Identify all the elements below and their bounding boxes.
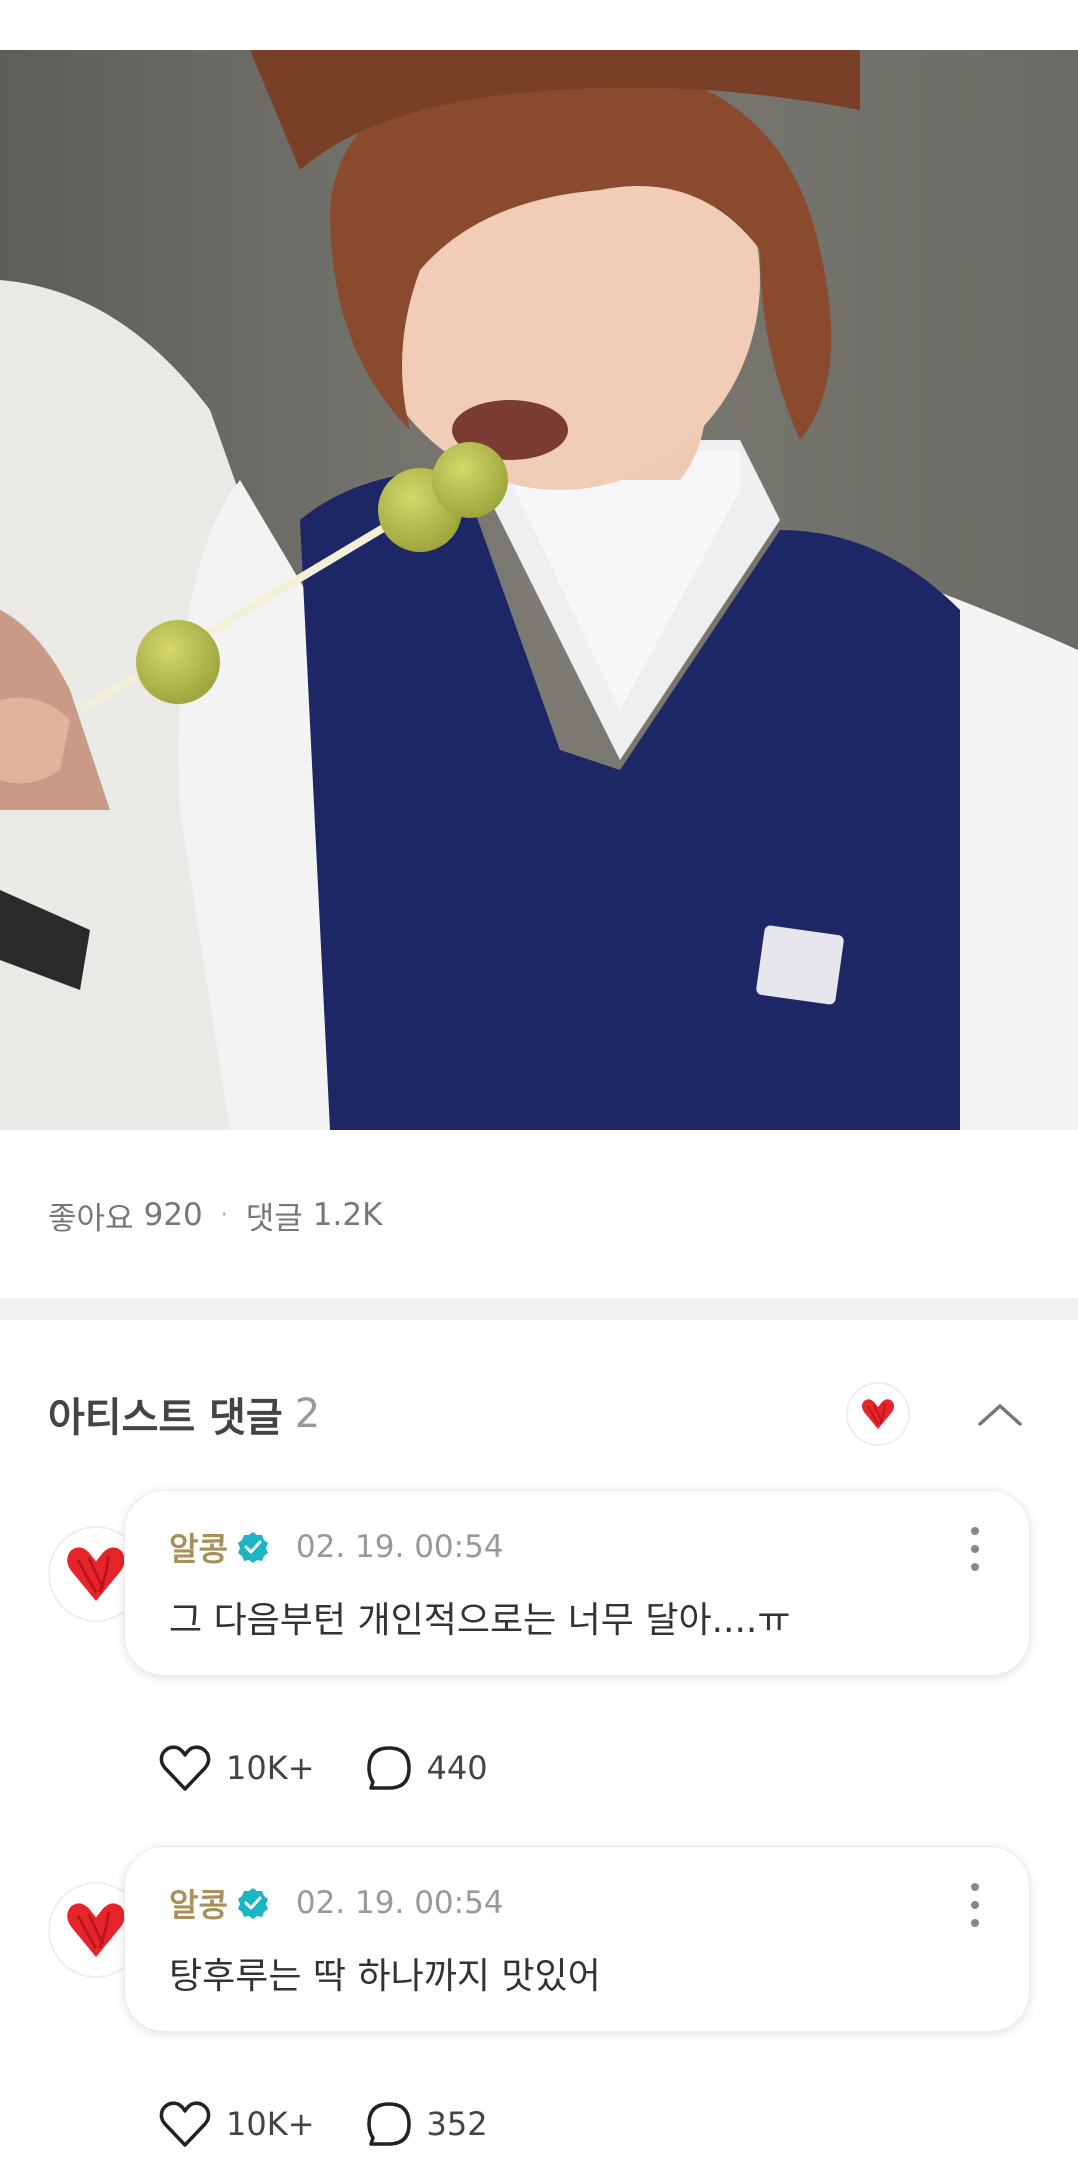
reply-button[interactable]: 440 xyxy=(365,1744,488,1792)
reply-count: 352 xyxy=(426,2105,488,2143)
post-stats: 좋아요 920 · 댓글 1.2K xyxy=(48,1190,382,1240)
comment-bubble: 알콩 02. 19. 00:54 탕후루는 딱 하나까지 맛있어 xyxy=(124,1846,1030,2032)
red-heart-icon[interactable] xyxy=(846,1382,910,1446)
reply-button[interactable]: 352 xyxy=(365,2100,488,2148)
comment-actions: 10K+ 440 xyxy=(158,1738,538,1798)
verified-badge-icon xyxy=(237,1532,268,1563)
stats-separator: · xyxy=(220,1202,228,1228)
speech-bubble-icon xyxy=(366,1746,411,1790)
comment-text: 그 다음부턴 개인적으로는 너무 달아....ㅠ xyxy=(169,1600,791,1641)
like-count: 10K+ xyxy=(226,1749,315,1787)
comment-text: 탕후루는 딱 하나까지 맛있어 xyxy=(169,1956,601,1997)
post-photo-illustration xyxy=(0,50,1078,1130)
artist-comments-title: 아티스트 댓글 xyxy=(48,1395,283,1441)
artist-comments-header: 아티스트 댓글 2 xyxy=(48,1378,1030,1450)
likes-label: 좋아요 xyxy=(48,1200,134,1237)
heart-outline-icon xyxy=(159,1745,211,1791)
like-button[interactable]: 10K+ xyxy=(158,2099,315,2149)
verified-badge-icon xyxy=(237,1888,268,1919)
top-spacer xyxy=(0,0,1078,50)
chevron-up-icon[interactable] xyxy=(970,1386,1030,1442)
heart-outline-icon xyxy=(159,2101,211,2147)
comment-actions: 10K+ 352 xyxy=(158,2094,538,2154)
comments-label: 댓글 xyxy=(245,1200,303,1237)
comment-author[interactable]: 알콩 xyxy=(169,1524,228,1570)
section-divider xyxy=(0,1298,1078,1320)
comment-time: 02. 19. 00:54 xyxy=(295,1885,504,1921)
comment-bubble: 알콩 02. 19. 00:54 그 다음부턴 개인적으로는 너무 달아....… xyxy=(124,1490,1030,1676)
like-count: 10K+ xyxy=(226,2105,315,2143)
comment-meta: 알콩 02. 19. 00:54 xyxy=(169,1881,504,1925)
comment-author[interactable]: 알콩 xyxy=(169,1880,228,1926)
comment-time: 02. 19. 00:54 xyxy=(295,1529,504,1565)
like-button[interactable]: 10K+ xyxy=(158,1743,315,1793)
likes-count: 920 xyxy=(143,1197,203,1233)
more-options-icon[interactable] xyxy=(965,1883,985,1927)
reply-count: 440 xyxy=(426,1749,488,1787)
speech-bubble-icon xyxy=(366,2102,411,2146)
post-photo[interactable] xyxy=(0,50,1078,1130)
comment-meta: 알콩 02. 19. 00:54 xyxy=(169,1525,504,1569)
more-options-icon[interactable] xyxy=(965,1527,985,1571)
comments-count: 1.2K xyxy=(312,1197,383,1233)
artist-comments-count: 2 xyxy=(294,1391,321,1437)
